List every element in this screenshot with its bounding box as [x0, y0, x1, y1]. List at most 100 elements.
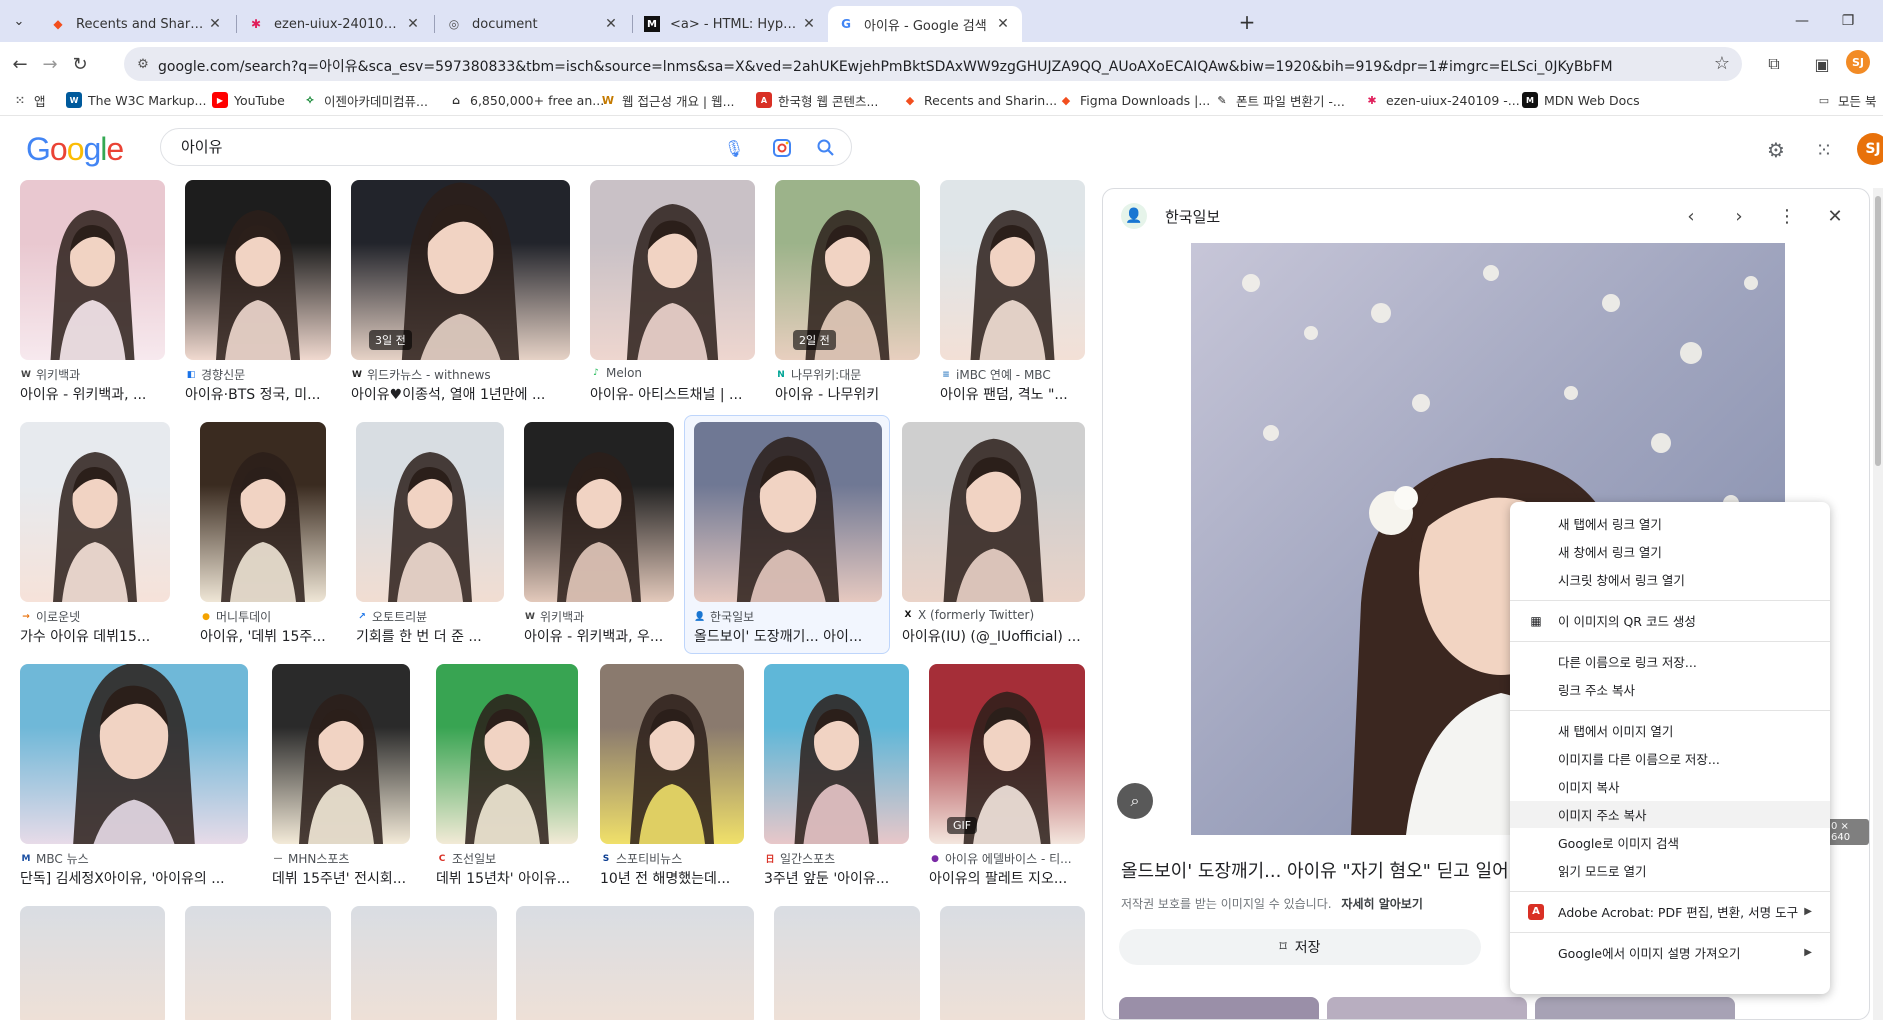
image-result-card[interactable] [516, 906, 754, 1020]
profile-avatar[interactable]: SJ [1846, 50, 1870, 74]
result-source[interactable]: M MBC 뉴스 [20, 850, 89, 867]
result-thumbnail[interactable] [902, 422, 1085, 602]
lens-camera-icon[interactable] [771, 137, 793, 159]
bookmark-ezen[interactable]: ⟡ 이젠아카데미컴퓨... [302, 90, 428, 110]
result-source[interactable]: ♪ Melon [590, 366, 642, 380]
result-thumbnail[interactable] [436, 664, 578, 844]
image-result-card[interactable]: → 이로운넷 가수 아이유 데뷔15... [20, 422, 170, 662]
result-source[interactable]: 日 일간스포츠 [764, 850, 835, 867]
image-result-card[interactable] [351, 906, 497, 1020]
tab-document[interactable]: ◎ document ✕ [436, 6, 630, 42]
image-result-card[interactable]: ◧ 경향신문 아이유·BTS 정국, 미... [185, 180, 331, 420]
result-thumbnail[interactable] [20, 180, 165, 360]
result-caption[interactable]: 아이유·BTS 정국, 미... [185, 384, 341, 404]
image-result-card[interactable]: 2일 전 N 나무위키:대문 아이유 - 나무위키 [775, 180, 920, 420]
result-thumbnail[interactable] [20, 664, 248, 844]
result-caption[interactable]: 3주년 앞둔 '아이유... [764, 868, 919, 888]
result-caption[interactable]: 아이유 팬덤, 격노 "... [940, 384, 1095, 404]
context-menu-item[interactable]: 이미지 주소 복사 [1510, 801, 1830, 828]
bookmark-font-converter[interactable]: ✎ 폰트 파일 변환기 -... [1214, 90, 1344, 110]
page-scrollbar[interactable] [1873, 188, 1883, 1020]
result-source[interactable]: C 조선일보 [436, 850, 496, 867]
related-image[interactable] [1119, 997, 1319, 1019]
account-avatar[interactable]: SJ [1857, 133, 1883, 165]
url-text[interactable]: google.com/search?q=아이유&sca_esv=59738083… [158, 56, 1698, 76]
result-caption[interactable]: 단독] 김세정X아이유, '아이유의 ... [20, 868, 258, 888]
result-thumbnail[interactable] [600, 664, 744, 844]
result-thumbnail[interactable] [940, 180, 1085, 360]
image-result-card[interactable]: 日 일간스포츠 3주년 앞둔 '아이유... [764, 664, 909, 904]
bookmark-all-bookmarks[interactable]: ▭ 모든 북 [1816, 90, 1877, 110]
bookmark-figma-downloads[interactable]: ◆ Figma Downloads |... [1058, 90, 1210, 110]
result-thumbnail[interactable] [940, 906, 1085, 1020]
tab-google-search[interactable]: G 아이유 - Google 검색 ✕ [828, 6, 1022, 42]
image-result-card[interactable]: W 위키백과 아이유 - 위키백과, 우... [524, 422, 674, 662]
result-caption[interactable]: 아이유(IU) (@_IUofficial) ... [902, 626, 1095, 646]
result-source[interactable]: 👤 한국일보 [694, 608, 754, 625]
context-menu-item[interactable]: 링크 주소 복사 [1510, 676, 1830, 703]
extensions-icon[interactable]: ⧉ [1762, 52, 1786, 76]
result-thumbnail[interactable] [694, 422, 882, 602]
result-source[interactable]: ● 아이유 에델바이스 - 티... [929, 850, 1072, 867]
result-source[interactable]: ≡ iMBC 연예 - MBC [940, 366, 1050, 383]
bookmark-freepik[interactable]: ⌂ 6,850,000+ free an... [448, 90, 604, 110]
next-arrow-icon[interactable]: › [1725, 202, 1753, 230]
image-result-card[interactable]: 3일 전 W 위드카뉴스 - withnews 아이유♥이종석, 열애 1년만에 ..… [351, 180, 570, 420]
close-icon[interactable]: ✕ [404, 16, 422, 32]
image-result-card[interactable]: S 스포티비뉴스 10년 전 해명했는데... [600, 664, 744, 904]
result-caption[interactable]: 10년 전 해명했는데... [600, 868, 754, 888]
close-icon[interactable]: ✕ [800, 16, 818, 32]
bookmark-slack-ezen[interactable]: ✱ ezen-uiux-240109 -... [1364, 90, 1519, 110]
bookmark-apps[interactable]: ⁙ 앱 [12, 90, 45, 110]
forward-button[interactable]: → [36, 50, 64, 78]
image-result-card[interactable]: M MBC 뉴스 단독] 김세정X아이유, '아이유의 ... [20, 664, 248, 904]
image-result-card[interactable] [20, 906, 165, 1020]
result-thumbnail[interactable] [351, 906, 497, 1020]
result-caption[interactable]: 아이유의 팔레트 지오... [929, 868, 1095, 888]
context-menu-item[interactable]: Google에서 이미지 설명 가져오기 ▶ [1510, 939, 1830, 966]
result-thumbnail[interactable] [774, 906, 920, 1020]
result-caption[interactable]: 올드보이' 도장깨기... 아이... [694, 626, 892, 646]
result-caption[interactable]: 기회를 한 번 더 준 ... [356, 626, 514, 646]
close-icon[interactable]: ✕ [1821, 202, 1849, 230]
context-menu-item[interactable]: 새 창에서 링크 열기 [1510, 538, 1830, 565]
image-result-card[interactable]: W 위키백과 아이유 - 위키백과, ... [20, 180, 165, 420]
result-caption[interactable]: 가수 아이유 데뷔15... [20, 626, 180, 646]
result-source[interactable]: N 나무위키:대문 [775, 366, 861, 383]
image-result-card[interactable]: — MHN스포츠 데뷔 15주년' 전시회... [272, 664, 410, 904]
image-result-card[interactable]: ↗ 오토트리뷴 기회를 한 번 더 준 ... [356, 422, 504, 662]
google-logo[interactable]: Google [26, 131, 124, 168]
result-thumbnail[interactable]: GIF [929, 664, 1085, 844]
bookmark-figma-recents[interactable]: ◆ Recents and Sharin... [902, 90, 1057, 110]
close-icon[interactable]: ✕ [602, 16, 620, 32]
related-image[interactable] [1535, 997, 1735, 1019]
image-result-card[interactable]: XX (formerly Twitter) 아이유(IU) (@_IUoffici… [902, 422, 1085, 662]
settings-gear-icon[interactable]: ⚙ [1763, 137, 1789, 163]
bookmark-star-icon[interactable]: ☆ [1714, 53, 1730, 74]
related-image[interactable] [1327, 997, 1527, 1019]
image-result-card[interactable]: 👤 한국일보 올드보이' 도장깨기... 아이... [694, 422, 882, 662]
context-menu-item[interactable]: A Adobe Acrobat: PDF 편집, 변환, 서명 도구 ▶ [1510, 898, 1830, 925]
result-source[interactable]: ● 머니투데이 [200, 608, 271, 625]
more-options-icon[interactable]: ⋮ [1773, 202, 1801, 230]
reload-button[interactable]: ↻ [66, 50, 94, 78]
search-input[interactable] [181, 137, 721, 155]
result-thumbnail[interactable] [356, 422, 504, 602]
result-source[interactable]: X X (formerly Twitter) [902, 608, 1035, 622]
result-thumbnail[interactable] [20, 906, 165, 1020]
image-result-card[interactable]: ♪ Melon 아이유- 아티스트채널 | ... [590, 180, 755, 420]
search-icon[interactable] [815, 137, 837, 159]
result-source[interactable]: ◧ 경향신문 [185, 366, 245, 383]
result-thumbnail[interactable]: 3일 전 [351, 180, 570, 360]
tab-mdn-anchor[interactable]: M <a> - HTML: Hypertext Markup ✕ [634, 6, 828, 42]
result-caption[interactable]: 아이유 - 위키백과, ... [20, 384, 175, 404]
result-thumbnail[interactable] [524, 422, 674, 602]
image-result-card[interactable]: ≡ iMBC 연예 - MBC 아이유 팬덤, 격노 "... [940, 180, 1085, 420]
context-menu-item[interactable]: 새 탭에서 링크 열기 [1510, 510, 1830, 537]
result-caption[interactable]: 아이유 - 위키백과, 우... [524, 626, 684, 646]
result-caption[interactable]: 아이유♥이종석, 열애 1년만에 ... [351, 384, 580, 404]
context-menu-item[interactable]: ▦ 이 이미지의 QR 코드 생성 [1510, 607, 1830, 634]
close-icon[interactable]: ✕ [206, 16, 224, 32]
result-thumbnail[interactable] [20, 422, 170, 602]
previous-arrow-icon[interactable]: ‹ [1677, 202, 1705, 230]
